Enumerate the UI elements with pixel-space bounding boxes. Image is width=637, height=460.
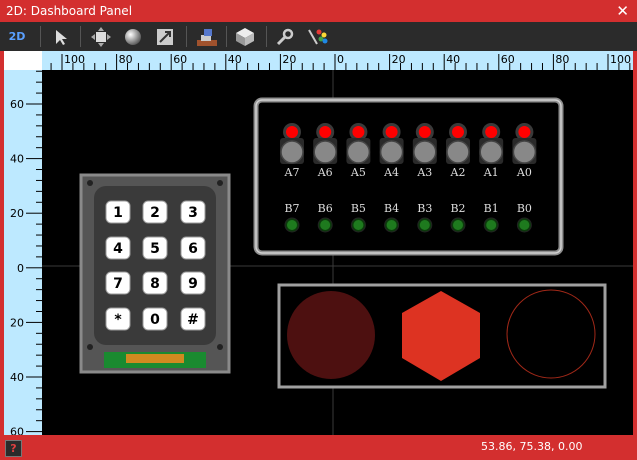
led-green-indicator	[320, 220, 331, 230]
toggle-switch[interactable]	[446, 140, 470, 164]
toolbar: 2D	[0, 22, 637, 51]
keypad[interactable]: 1 2 3 4 5 6 7 8 9 * 0 #	[79, 173, 231, 374]
led-red-indicator	[485, 126, 498, 138]
keypad-key-label: 5	[150, 241, 160, 257]
v-ruler-label: 20	[10, 316, 24, 329]
h-ruler-label: 40	[228, 53, 242, 66]
led-b-label: B4	[384, 202, 399, 215]
led-a-label: A6	[317, 166, 333, 179]
keypad-key-label: 7	[113, 276, 123, 292]
h-ruler-label: 100	[610, 53, 631, 66]
keypad-key-label: 1	[113, 205, 123, 221]
keypad-key-label: 3	[188, 205, 198, 221]
led-b-label: B1	[484, 202, 499, 215]
h-ruler-label: 60	[173, 53, 187, 66]
h-ruler-label: 20	[282, 53, 296, 66]
led-green-indicator	[419, 220, 430, 230]
led-a-label: A1	[483, 166, 499, 179]
keypad-key-label: 6	[188, 241, 198, 257]
keypad-key-label: 9	[188, 276, 198, 292]
sphere-icon[interactable]	[120, 24, 146, 49]
v-ruler-label: 0	[17, 262, 24, 275]
led-a-label: A0	[516, 166, 532, 179]
led-green-indicator	[453, 220, 463, 230]
ruler-corner	[4, 51, 42, 70]
layers-icon[interactable]	[194, 24, 220, 49]
led-green-indicator	[353, 220, 364, 230]
shape-panel[interactable]	[277, 283, 607, 389]
color-brush-icon[interactable]	[304, 24, 330, 49]
led-green-indicator	[287, 220, 297, 230]
cube-icon[interactable]	[232, 24, 258, 49]
led-red-indicator	[452, 126, 464, 138]
led-a-label: A5	[350, 166, 366, 179]
canvas-frame: 100 80 60 40 20 0 20 40 60 80 100 60 40 20 0 20 40 60 A7…	[4, 51, 633, 435]
close-icon[interactable]: ✕	[616, 2, 629, 20]
led-green-indicator	[519, 220, 530, 230]
led-red-indicator	[319, 126, 332, 138]
toggle-switch[interactable]	[479, 140, 503, 164]
led-green-indicator	[486, 220, 497, 230]
keypad-key-label: 4	[113, 241, 123, 257]
h-ruler-label: 100	[64, 53, 85, 66]
select-arrow-icon[interactable]	[48, 24, 74, 49]
led-b-label: B6	[318, 202, 333, 215]
dark-red-circle[interactable]	[287, 291, 375, 379]
h-ruler-label: 60	[501, 53, 515, 66]
led-red-indicator	[286, 126, 298, 138]
move-icon[interactable]	[88, 24, 114, 49]
toggle-switch[interactable]	[379, 140, 404, 164]
h-ruler-label: 20	[392, 53, 406, 66]
led-green-indicator	[386, 220, 397, 230]
scale-icon[interactable]	[152, 24, 178, 49]
h-ruler-label: 80	[119, 53, 133, 66]
h-ruler-label: 80	[555, 53, 569, 66]
horizontal-ruler: 100 80 60 40 20 0 20 40 60 80 100	[42, 51, 633, 70]
status-bar: ? 53.86, 75.38, 0.00	[0, 435, 637, 460]
mode-2d-button[interactable]: 2D	[4, 24, 30, 49]
v-ruler-label: 60	[10, 426, 24, 435]
led-red-indicator	[385, 126, 398, 138]
v-ruler-label: 40	[10, 371, 24, 384]
led-b-label: B2	[450, 202, 465, 215]
v-ruler-label: 60	[10, 98, 24, 111]
keypad-key-label: *	[114, 312, 122, 328]
h-ruler-label: 40	[446, 53, 460, 66]
cursor-coordinates: 53.86, 75.38, 0.00	[481, 440, 583, 453]
led-a-label: A7	[284, 166, 300, 179]
led-a-label: A2	[450, 166, 466, 179]
keypad-key-label: #	[187, 312, 199, 328]
toggle-switch[interactable]	[413, 140, 437, 164]
help-icon[interactable]: ?	[5, 440, 22, 457]
toggle-switch[interactable]	[280, 140, 304, 164]
led-b-label: B7	[284, 202, 299, 215]
v-ruler-label: 40	[10, 153, 24, 166]
led-panel[interactable]: A7 A6 A5 A4 A3 A2 A1 A0 B7 B6 B5 B4 B3 B2 B1 B0	[253, 97, 564, 256]
led-a-label: A4	[383, 166, 399, 179]
keypad-key-label: 0	[150, 312, 160, 328]
led-b-label: B5	[351, 202, 366, 215]
toggle-switch[interactable]	[346, 140, 371, 164]
keypad-key-label: 2	[150, 205, 160, 221]
mode-2d-label: 2D	[8, 30, 26, 43]
title-bar: 2D: Dashboard Panel ✕	[0, 0, 637, 22]
wrench-icon[interactable]	[272, 24, 298, 49]
led-b-label: B0	[517, 202, 532, 215]
v-ruler-label: 20	[10, 207, 24, 220]
led-b-label: B3	[417, 202, 432, 215]
toggle-switch[interactable]	[313, 140, 337, 164]
led-red-indicator	[418, 126, 431, 138]
led-a-label: A3	[416, 166, 432, 179]
h-ruler-label: 0	[337, 53, 344, 66]
vertical-ruler: 60 40 20 0 20 40 60	[4, 70, 42, 435]
toggle-switch[interactable]	[512, 140, 537, 164]
window-title: 2D: Dashboard Panel	[6, 4, 133, 18]
drawing-area[interactable]: A7 A6 A5 A4 A3 A2 A1 A0 B7 B6 B5 B4 B3 B2 B1 B0 1 2 3 4 5 6…	[42, 70, 633, 435]
led-red-indicator	[518, 126, 531, 138]
keypad-key-label: 8	[150, 276, 160, 292]
led-red-indicator	[352, 126, 365, 138]
